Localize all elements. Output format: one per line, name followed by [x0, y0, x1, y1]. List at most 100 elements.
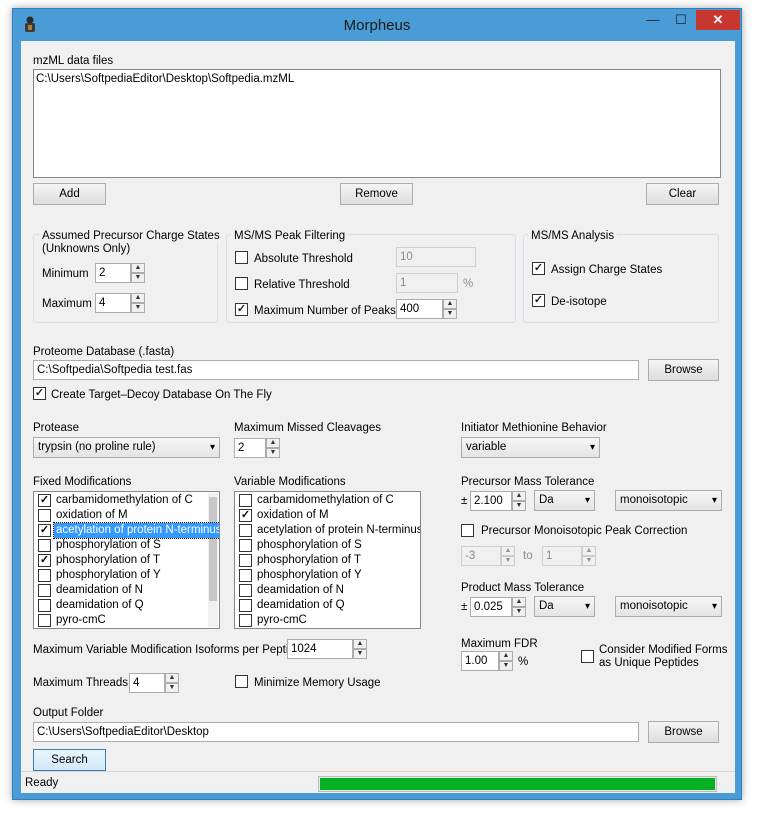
max-threads-spinner[interactable]: ▲ ▼: [165, 673, 179, 693]
relative-threshold-checkbox[interactable]: [235, 277, 248, 290]
modification-checkbox[interactable]: [239, 584, 252, 597]
proteome-browse-button[interactable]: Browse: [648, 359, 719, 381]
initiator-methionine-select[interactable]: variable ▾: [461, 437, 600, 458]
precursor-correction-checkbox[interactable]: [461, 524, 474, 537]
variable-modifications-list[interactable]: carbamidomethylation of C ✓ oxidation of M…: [234, 491, 421, 629]
spin-down-icon[interactable]: ▼: [499, 661, 513, 671]
modification-checkbox[interactable]: [38, 509, 51, 522]
correction-from-input[interactable]: -3: [461, 546, 501, 566]
modification-checkbox[interactable]: [239, 599, 252, 612]
relative-threshold-input[interactable]: 1: [396, 273, 458, 293]
product-unit-select[interactable]: Da ▾: [534, 596, 595, 617]
modification-label: pyro-cmC: [56, 614, 106, 626]
precursor-tolerance-input[interactable]: 2.100: [470, 491, 512, 511]
minimum-charge-spinner[interactable]: ▲ ▼: [131, 263, 145, 283]
output-folder-input[interactable]: C:\Users\SoftpediaEditor\Desktop: [33, 722, 639, 742]
minimum-charge-input[interactable]: 2: [95, 263, 131, 283]
modification-checkbox[interactable]: [239, 539, 252, 552]
product-tolerance-input[interactable]: 0.025: [470, 597, 512, 617]
output-browse-button[interactable]: Browse: [648, 721, 719, 743]
spin-down-icon[interactable]: ▼: [512, 501, 526, 511]
max-peaks-input[interactable]: 400: [396, 299, 443, 319]
fixed-modifications-scrollbar[interactable]: [208, 493, 218, 627]
spin-down-icon[interactable]: ▼: [131, 303, 145, 313]
mzml-file-list[interactable]: C:\Users\SoftpediaEditor\Desktop\Softped…: [33, 69, 721, 178]
proteome-database-input[interactable]: C:\Softpedia\Softpedia test.fas: [33, 360, 639, 380]
spin-up-icon[interactable]: ▲: [499, 651, 513, 661]
title-bar[interactable]: Morpheus — ☐ ✕: [13, 9, 741, 41]
spin-up-icon[interactable]: ▲: [165, 673, 179, 683]
minimize-memory-checkbox[interactable]: [235, 675, 248, 688]
search-button[interactable]: Search: [33, 749, 106, 771]
scroll-thumb[interactable]: [209, 497, 217, 601]
correction-to-spinner[interactable]: ▲ ▼: [582, 546, 596, 566]
spin-down-icon[interactable]: ▼: [512, 607, 526, 617]
assign-charge-states-checkbox[interactable]: ✓: [532, 262, 545, 275]
modification-checkbox[interactable]: [239, 554, 252, 567]
spin-up-icon[interactable]: ▲: [266, 438, 280, 448]
add-button[interactable]: Add: [33, 183, 106, 205]
spin-up-icon[interactable]: ▲: [443, 299, 457, 309]
max-peaks-checkbox[interactable]: ✓: [235, 303, 248, 316]
modification-checkbox[interactable]: [38, 614, 51, 627]
minimize-button[interactable]: —: [640, 10, 666, 30]
max-fdr-spinner[interactable]: ▲ ▼: [499, 651, 513, 671]
modification-checkbox[interactable]: ✓: [38, 524, 51, 537]
modification-checkbox[interactable]: ✓: [38, 554, 51, 567]
modification-checkbox[interactable]: [239, 569, 252, 582]
isoforms-input[interactable]: 1024: [287, 639, 353, 659]
modification-checkbox[interactable]: ✓: [239, 509, 252, 522]
precursor-unit-select[interactable]: Da ▾: [534, 490, 595, 511]
correction-to-input[interactable]: 1: [542, 546, 582, 566]
correction-from-spinner[interactable]: ▲ ▼: [501, 546, 515, 566]
modification-checkbox[interactable]: [239, 494, 252, 507]
unique-peptides-checkbox[interactable]: [581, 650, 594, 663]
absolute-threshold-checkbox[interactable]: [235, 251, 248, 264]
precursor-tolerance-spinner[interactable]: ▲ ▼: [512, 491, 526, 511]
fixed-modifications-list[interactable]: ✓ carbamidomethylation of C oxidation of M…: [33, 491, 220, 629]
isoforms-spinner[interactable]: ▲ ▼: [353, 639, 367, 659]
spin-up-icon[interactable]: ▲: [512, 597, 526, 607]
modification-checkbox[interactable]: [239, 524, 252, 537]
spin-down-icon[interactable]: ▼: [582, 556, 596, 566]
modification-label: deamidation of Q: [257, 599, 345, 611]
protease-select[interactable]: trypsin (no proline rule) ▾: [33, 437, 220, 458]
modification-checkbox[interactable]: [38, 599, 51, 612]
modification-checkbox[interactable]: [38, 539, 51, 552]
modification-checkbox[interactable]: [38, 584, 51, 597]
spin-down-icon[interactable]: ▼: [165, 683, 179, 693]
spin-up-icon[interactable]: ▲: [131, 263, 145, 273]
spin-down-icon[interactable]: ▼: [443, 309, 457, 319]
create-decoy-checkbox[interactable]: ✓: [33, 387, 46, 400]
modification-checkbox[interactable]: [239, 614, 252, 627]
absolute-threshold-input[interactable]: 10: [396, 247, 476, 267]
spin-up-icon[interactable]: ▲: [131, 293, 145, 303]
modification-checkbox[interactable]: ✓: [38, 494, 51, 507]
remove-button[interactable]: Remove: [340, 183, 413, 205]
minimum-charge-label: Minimum: [42, 268, 89, 280]
spin-up-icon[interactable]: ▲: [501, 546, 515, 556]
clear-button[interactable]: Clear: [646, 183, 719, 205]
maximize-button[interactable]: ☐: [668, 10, 694, 30]
spin-down-icon[interactable]: ▼: [353, 649, 367, 659]
spin-up-icon[interactable]: ▲: [582, 546, 596, 556]
max-peaks-spinner[interactable]: ▲ ▼: [443, 299, 457, 319]
spin-up-icon[interactable]: ▲: [353, 639, 367, 649]
missed-cleavages-spinner[interactable]: ▲ ▼: [266, 438, 280, 458]
product-type-select[interactable]: monoisotopic ▾: [615, 596, 722, 617]
spin-up-icon[interactable]: ▲: [512, 491, 526, 501]
spin-down-icon[interactable]: ▼: [131, 273, 145, 283]
modification-checkbox[interactable]: [38, 569, 51, 582]
deisotope-checkbox[interactable]: ✓: [532, 294, 545, 307]
close-button[interactable]: ✕: [696, 10, 740, 30]
precursor-type-select[interactable]: monoisotopic ▾: [615, 490, 722, 511]
max-threads-input[interactable]: 4: [129, 673, 165, 693]
spin-down-icon[interactable]: ▼: [501, 556, 515, 566]
spin-down-icon[interactable]: ▼: [266, 448, 280, 458]
maximum-charge-input[interactable]: 4: [95, 293, 131, 313]
missed-cleavages-input[interactable]: 2: [234, 438, 266, 458]
maximum-charge-spinner[interactable]: ▲ ▼: [131, 293, 145, 313]
product-tolerance-spinner[interactable]: ▲ ▼: [512, 597, 526, 617]
max-fdr-input[interactable]: 1.00: [461, 651, 499, 671]
mzml-file-item[interactable]: C:\Users\SoftpediaEditor\Desktop\Softped…: [36, 72, 294, 86]
